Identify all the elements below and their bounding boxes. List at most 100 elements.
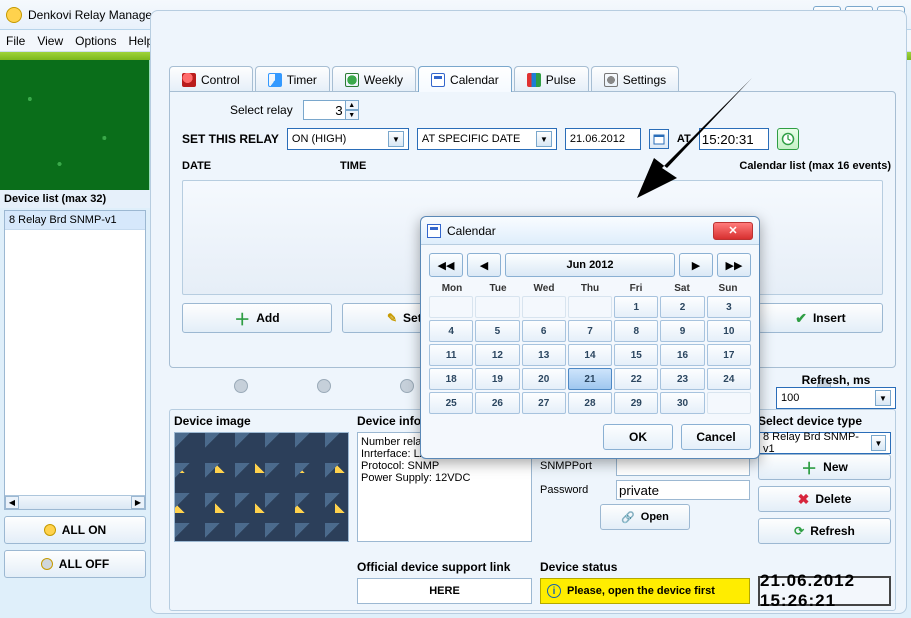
day-empty <box>429 296 473 318</box>
day-cell[interactable]: 21 <box>568 368 612 390</box>
cal-first-button[interactable]: ◀◀ <box>429 253 463 277</box>
modal-close-button[interactable]: ✕ <box>713 222 753 240</box>
dow-label: Tue <box>475 283 521 294</box>
all-off-label: ALL OFF <box>59 557 109 571</box>
weekly-icon <box>345 73 359 87</box>
day-cell[interactable]: 23 <box>660 368 704 390</box>
chevron-down-icon: ▼ <box>875 390 891 406</box>
cal-last-button[interactable]: ▶▶ <box>717 253 751 277</box>
day-empty <box>475 296 519 318</box>
day-cell[interactable]: 11 <box>429 344 473 366</box>
device-status-label: Device status <box>540 560 750 574</box>
device-image-label: Device image <box>174 414 349 428</box>
day-cell[interactable]: 18 <box>429 368 473 390</box>
bulb-icon <box>234 379 248 393</box>
support-link-label: Official device support link <box>357 560 532 574</box>
relay-state-select[interactable]: ON (HIGH)▼ <box>287 128 409 150</box>
day-empty <box>707 392 751 414</box>
day-cell[interactable]: 28 <box>568 392 612 414</box>
day-cell[interactable]: 27 <box>522 392 566 414</box>
delete-button[interactable]: ✖Delete <box>758 486 891 512</box>
device-list-scrollbar[interactable]: ◀ ▶ <box>5 495 145 509</box>
day-cell[interactable]: 26 <box>475 392 519 414</box>
dow-label: Fri <box>613 283 659 294</box>
menu-view[interactable]: View <box>37 34 63 48</box>
day-cell[interactable]: 20 <box>522 368 566 390</box>
open-calendar-button[interactable] <box>649 129 669 149</box>
tab-pulse[interactable]: Pulse <box>514 66 589 92</box>
date-input[interactable]: 21.06.2012 <box>565 128 641 150</box>
spin-up-icon[interactable]: ▲ <box>345 100 359 110</box>
day-cell[interactable]: 22 <box>614 368 658 390</box>
open-button[interactable]: 🔗Open <box>600 504 690 530</box>
port-input[interactable] <box>616 456 750 476</box>
refresh-label: Refresh, ms <box>776 373 896 387</box>
clock-icon <box>781 132 795 146</box>
refresh-select[interactable]: 100▼ <box>776 387 896 409</box>
menu-options[interactable]: Options <box>75 34 116 48</box>
set-this-relay-label: SET THIS RELAY <box>182 132 279 146</box>
dow-label: Sat <box>659 283 705 294</box>
day-cell[interactable]: 19 <box>475 368 519 390</box>
tab-weekly[interactable]: Weekly <box>332 66 416 92</box>
day-cell[interactable]: 15 <box>614 344 658 366</box>
tab-timer[interactable]: Timer <box>255 66 330 92</box>
scroll-left-icon[interactable]: ◀ <box>5 496 19 509</box>
day-cell[interactable]: 4 <box>429 320 473 342</box>
support-link-button[interactable]: HERE <box>357 578 532 604</box>
day-cell[interactable]: 12 <box>475 344 519 366</box>
calendar-modal: Calendar ✕ ◀◀ ◀ Jun 2012 ▶ ▶▶ MonTueWedT… <box>420 216 760 459</box>
refresh-button[interactable]: ⟳Refresh <box>758 518 891 544</box>
add-button[interactable]: ＋Add <box>182 303 332 333</box>
modal-cancel-button[interactable]: Cancel <box>681 424 751 450</box>
device-status-box: i Please, open the device first <box>540 578 750 604</box>
gear-icon <box>604 73 618 87</box>
day-cell[interactable]: 10 <box>707 320 751 342</box>
day-cell[interactable]: 17 <box>707 344 751 366</box>
device-type-select[interactable]: 8 Relay Brd SNMP-v1▼ <box>758 432 891 454</box>
day-cell[interactable]: 3 <box>707 296 751 318</box>
password-input[interactable] <box>616 480 750 500</box>
insert-button[interactable]: ✔Insert <box>758 303 883 333</box>
time-input[interactable] <box>699 128 769 150</box>
all-off-button[interactable]: ALL OFF <box>4 550 146 578</box>
cal-next-button[interactable]: ▶ <box>679 253 713 277</box>
day-cell[interactable]: 5 <box>475 320 519 342</box>
tab-settings[interactable]: Settings <box>591 66 679 92</box>
spin-down-icon[interactable]: ▼ <box>345 110 359 120</box>
day-cell[interactable]: 29 <box>614 392 658 414</box>
bulb-icon <box>317 379 331 393</box>
day-cell[interactable]: 9 <box>660 320 704 342</box>
all-on-button[interactable]: ALL ON <box>4 516 146 544</box>
device-list-item[interactable]: 8 Relay Brd SNMP-v1 <box>5 211 145 230</box>
day-cell[interactable]: 14 <box>568 344 612 366</box>
cal-month-label[interactable]: Jun 2012 <box>505 253 675 277</box>
select-relay-input[interactable] <box>303 100 345 120</box>
day-cell[interactable]: 6 <box>522 320 566 342</box>
modal-ok-button[interactable]: OK <box>603 424 673 450</box>
x-icon: ✖ <box>798 491 810 508</box>
day-cell[interactable]: 7 <box>568 320 612 342</box>
day-cell[interactable]: 2 <box>660 296 704 318</box>
set-now-button[interactable] <box>777 128 799 150</box>
dow-label: Wed <box>521 283 567 294</box>
cal-prev-button[interactable]: ◀ <box>467 253 501 277</box>
day-cell[interactable]: 1 <box>614 296 658 318</box>
day-cell[interactable]: 30 <box>660 392 704 414</box>
day-cell[interactable]: 13 <box>522 344 566 366</box>
day-cell[interactable]: 25 <box>429 392 473 414</box>
dow-label: Mon <box>429 283 475 294</box>
tab-control[interactable]: Control <box>169 66 253 92</box>
menu-file[interactable]: File <box>6 34 25 48</box>
pencil-icon: ✎ <box>387 311 397 325</box>
day-cell[interactable]: 8 <box>614 320 658 342</box>
device-list[interactable]: 8 Relay Brd SNMP-v1 ◀ ▶ <box>4 210 146 510</box>
day-cell[interactable]: 24 <box>707 368 751 390</box>
trigger-mode-select[interactable]: AT SPECIFIC DATE▼ <box>417 128 557 150</box>
day-cell[interactable]: 16 <box>660 344 704 366</box>
system-clock: 21.06.2012 15:26:21 <box>758 576 891 606</box>
tab-calendar[interactable]: Calendar <box>418 66 512 92</box>
scroll-right-icon[interactable]: ▶ <box>131 496 145 509</box>
new-button[interactable]: ＋New <box>758 454 891 480</box>
plus-icon: ＋ <box>801 455 817 479</box>
